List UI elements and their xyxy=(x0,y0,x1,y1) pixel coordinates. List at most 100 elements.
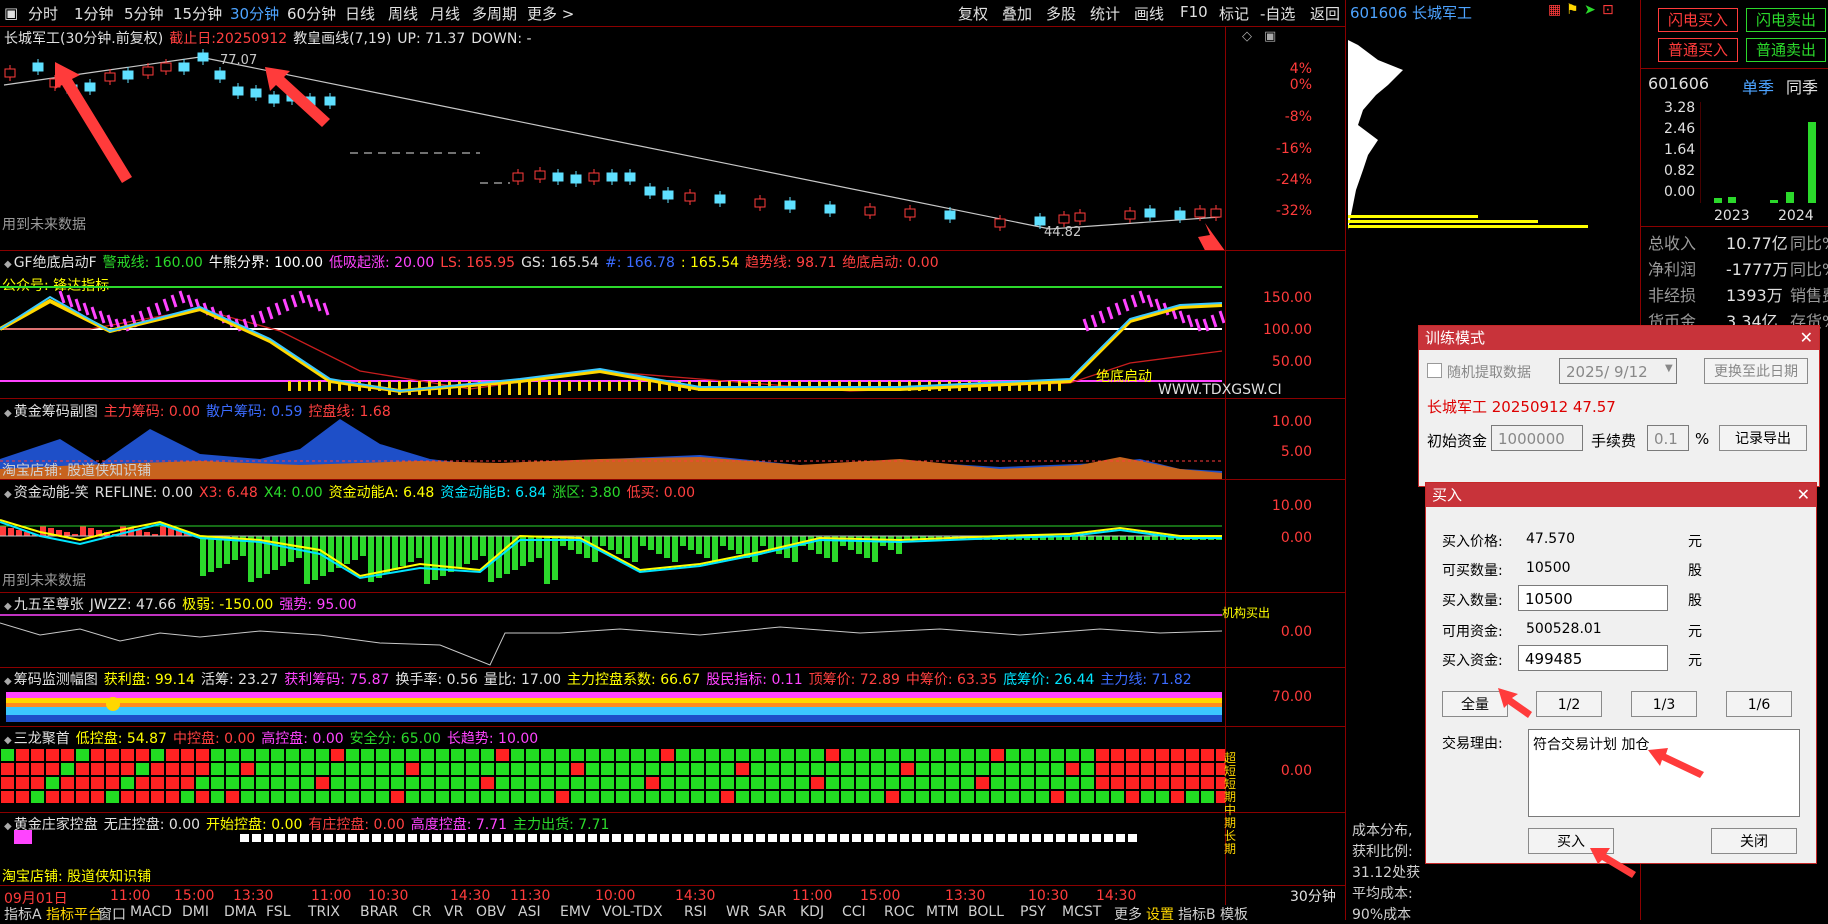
panel-toggle-icon[interactable]: ◆ xyxy=(4,676,12,687)
indicator-tab[interactable]: CR xyxy=(412,904,432,920)
indicator-tab[interactable]: FSL xyxy=(266,904,291,920)
fund-bar xyxy=(456,536,462,568)
indicator-tab[interactable]: KDJ xyxy=(800,904,824,920)
dragon-cell xyxy=(166,763,179,775)
tab-period-multi[interactable]: 多周期 xyxy=(472,3,517,24)
indicator-tab[interactable]: WR xyxy=(726,904,750,920)
indicator-tab[interactable]: 设置 xyxy=(1146,904,1174,924)
tab-period-more[interactable]: 更多 > xyxy=(527,3,574,24)
toolbar-fanhui[interactable]: 返回 xyxy=(1310,3,1340,24)
dragon-cell xyxy=(571,791,584,803)
close-icon[interactable]: ✕ xyxy=(1800,326,1813,350)
period-corner-label[interactable]: 30分钟 xyxy=(1290,886,1336,906)
fund-bar xyxy=(656,536,662,554)
indicator-tab[interactable]: 指标平台 xyxy=(46,904,102,924)
tab-period-5min[interactable]: 5分钟 xyxy=(124,3,164,24)
chart-icon[interactable]: ▦ xyxy=(1548,2,1561,18)
toolbar-biaoji[interactable]: 标记 xyxy=(1219,3,1249,24)
flash-buy-button[interactable]: 闪电买入 xyxy=(1658,8,1738,32)
indicator-tab[interactable]: RSI xyxy=(684,904,707,920)
indicator-tab[interactable]: 模板 xyxy=(1220,904,1248,924)
cost-info-row: 平均成本: xyxy=(1352,886,1413,902)
tab-period-1min[interactable]: 1分钟 xyxy=(74,3,114,24)
panel-window-icon[interactable]: ▣ xyxy=(1264,29,1276,44)
tab-period-30min[interactable]: 30分钟 xyxy=(230,3,279,24)
flag-icon[interactable]: ⚑ xyxy=(1566,2,1579,18)
fee-input[interactable]: 0.1 xyxy=(1647,425,1689,451)
fin-tab-same-quarter[interactable]: 同季 xyxy=(1786,74,1818,98)
fund-bar xyxy=(680,536,686,546)
toolbar-tongji[interactable]: 统计 xyxy=(1090,3,1120,24)
indicator-tab[interactable]: 更多 xyxy=(1114,904,1142,924)
date-picker[interactable]: 2025/ 9/12 xyxy=(1559,358,1677,384)
gf-hatch xyxy=(306,294,314,308)
dragon-cell xyxy=(781,777,794,789)
indicator-tab[interactable]: SAR xyxy=(758,904,786,920)
indicator-tab[interactable]: 指标A xyxy=(4,904,42,924)
indicator-tab[interactable]: ROC xyxy=(884,904,915,920)
indicator-tab[interactable]: DMA xyxy=(224,904,256,920)
tab-period-week[interactable]: 周线 xyxy=(388,3,418,24)
panel-toggle-icon[interactable]: ◆ xyxy=(4,735,12,746)
toolbar-duogu[interactable]: 多股 xyxy=(1046,3,1076,24)
indicator-tab[interactable]: ASI xyxy=(518,904,541,920)
indicator-tab[interactable]: MTM xyxy=(926,904,959,920)
indicator-tab[interactable]: MACD xyxy=(130,904,172,920)
indicator-tab[interactable]: BRAR xyxy=(360,904,398,920)
tab-period-month[interactable]: 月线 xyxy=(430,3,460,24)
window-menu-icon[interactable]: ▣ xyxy=(4,4,18,22)
dragon-cell xyxy=(331,791,344,803)
dragon-cell xyxy=(1111,763,1124,775)
dealer-bar xyxy=(480,834,489,842)
toolbar-huaxian[interactable]: 画线 xyxy=(1134,3,1164,24)
replace-date-button[interactable]: 更换至此日期 xyxy=(1704,358,1808,384)
time-axis-label: 14:30 xyxy=(450,888,491,904)
annotation-arrow xyxy=(265,67,330,127)
indicator-tab[interactable]: PSY xyxy=(1020,904,1046,920)
fund-bar xyxy=(1152,536,1158,540)
toolbar-zixuan[interactable]: -自选 xyxy=(1260,3,1295,24)
toolbar-diejia[interactable]: 叠加 xyxy=(1002,3,1032,24)
capital-input[interactable]: 1000000 xyxy=(1491,425,1583,451)
normal-buy-button[interactable]: 普通买入 xyxy=(1658,38,1738,62)
dragon-cell xyxy=(316,763,329,775)
indicator-tab[interactable]: VR xyxy=(444,904,463,920)
indicator-tab[interactable]: 指标B xyxy=(1178,904,1216,924)
indicator-tab[interactable]: OBV xyxy=(476,904,506,920)
chevron-down-icon[interactable]: ▼ xyxy=(1665,363,1673,374)
mark-icon[interactable]: ⊡ xyxy=(1602,2,1614,18)
tab-period-60min[interactable]: 60分钟 xyxy=(287,3,336,24)
tab-period-15min[interactable]: 15分钟 xyxy=(173,3,222,24)
indicator-tab[interactable]: MCST xyxy=(1062,904,1101,920)
send-icon[interactable]: ➤ xyxy=(1584,2,1596,18)
indicator-value: 高控盘: 0.00 xyxy=(261,731,344,747)
indicator-tab[interactable]: EMV xyxy=(560,904,591,920)
indicator-tab[interactable]: CCI xyxy=(842,904,866,920)
indicator-tab[interactable]: TRIX xyxy=(308,904,340,920)
indicator-tab[interactable]: BOLL xyxy=(968,904,1004,920)
toolbar-fuquan[interactable]: 复权 xyxy=(958,3,988,24)
indicator-tab[interactable]: 窗口 xyxy=(98,904,126,924)
indicator-name[interactable]: 三龙聚首 xyxy=(14,731,70,747)
flash-sell-button[interactable]: 闪电卖出 xyxy=(1746,8,1826,32)
tab-period-day[interactable]: 日线 xyxy=(345,3,375,24)
fin-tab-quarter[interactable]: 单季 xyxy=(1742,74,1774,98)
normal-sell-button[interactable]: 普通卖出 xyxy=(1746,38,1826,62)
gf-hatch xyxy=(282,298,290,312)
dealer-bar xyxy=(300,834,309,842)
toolbar-f10[interactable]: F10 xyxy=(1180,3,1208,21)
gf-bar xyxy=(308,381,311,391)
indicator-tab[interactable]: VOL-TDX xyxy=(602,904,663,920)
export-records-button[interactable]: 记录导出 xyxy=(1719,425,1807,451)
dragon-cell xyxy=(1156,749,1169,761)
dragon-cell xyxy=(1171,791,1184,803)
dragon-cell xyxy=(421,791,434,803)
random-data-checkbox[interactable] xyxy=(1427,363,1442,378)
indicator-name[interactable]: 筹码监测幅图 xyxy=(14,672,98,688)
dragon-cell xyxy=(436,777,449,789)
fund-bar xyxy=(768,536,774,550)
dragon-cell xyxy=(961,763,974,775)
tab-period-fenshi[interactable]: 分时 xyxy=(28,3,58,24)
indicator-tab[interactable]: DMI xyxy=(182,904,209,920)
diamond-icon[interactable]: ◇ xyxy=(1242,29,1252,44)
